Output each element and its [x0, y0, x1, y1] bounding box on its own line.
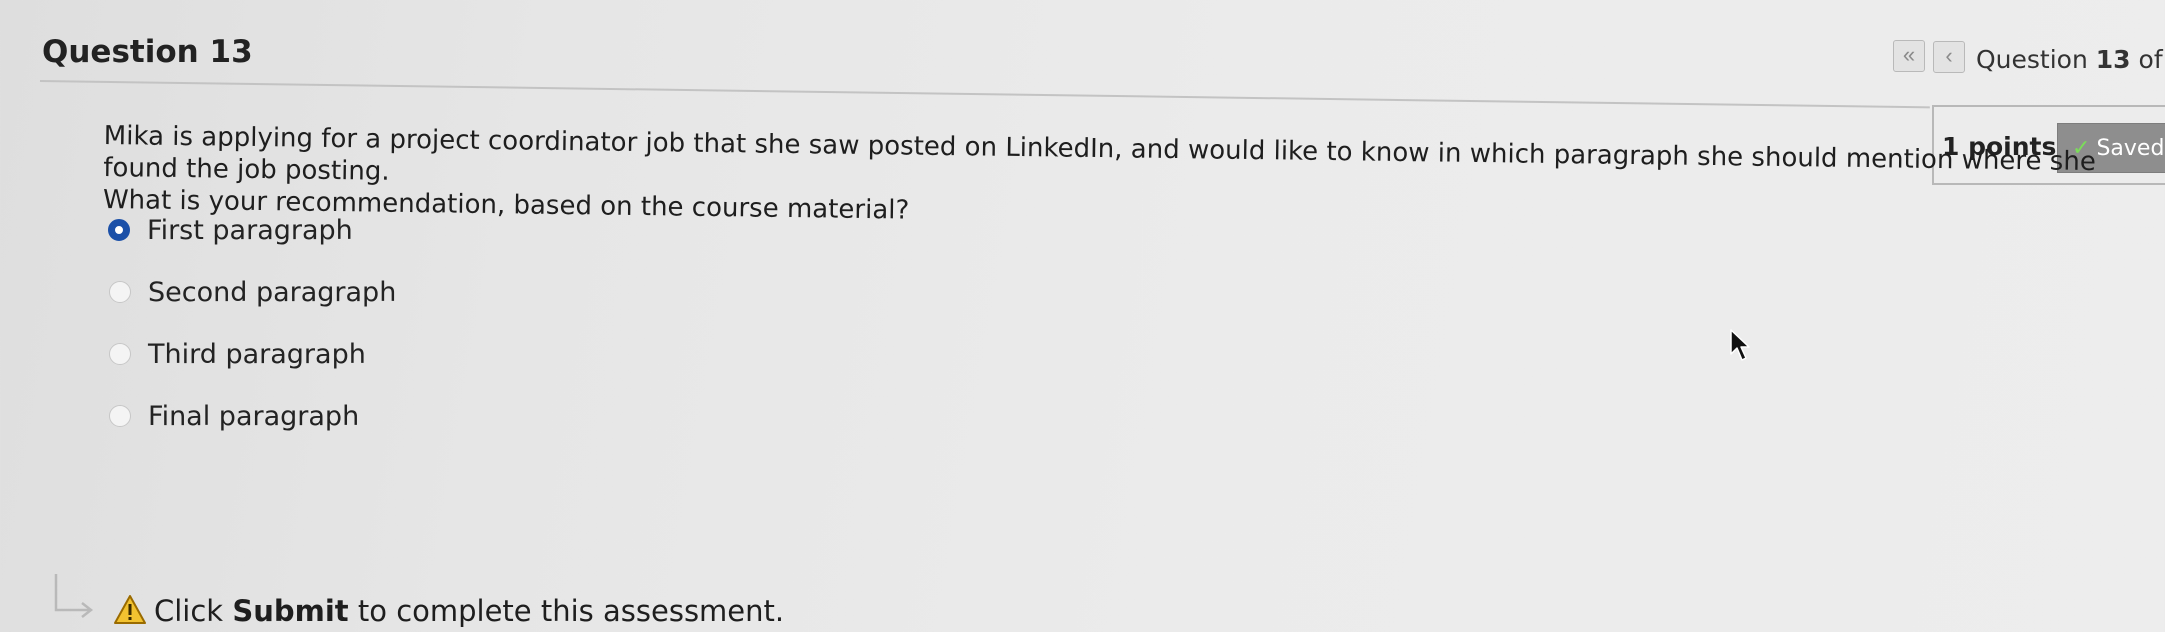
answer-option-label: First paragraph	[147, 214, 353, 246]
answer-option-first-paragraph[interactable]: First paragraph	[108, 212, 353, 248]
answer-option-label: Third paragraph	[148, 338, 366, 370]
radio-unselected[interactable]	[109, 405, 131, 427]
submit-instruction-suffix: to complete this assessment.	[357, 594, 785, 628]
submit-instruction-prefix: Click	[154, 594, 224, 628]
submit-instruction: Click Submit to complete this assessment…	[154, 594, 784, 628]
answer-option-second-paragraph[interactable]: Second paragraph	[109, 274, 396, 310]
radio-unselected[interactable]	[109, 343, 131, 365]
double-chevron-left-icon: «	[1902, 42, 1916, 67]
first-question-button[interactable]: «	[1893, 40, 1925, 72]
warning-icon	[114, 595, 146, 624]
question-counter: Question 13 of 13	[1976, 45, 2165, 74]
saved-label: Saved	[2096, 136, 2165, 161]
answer-option-third-paragraph[interactable]: Third paragraph	[109, 336, 366, 372]
question-title: Question 13	[42, 34, 253, 70]
header-divider	[39, 80, 1930, 109]
radio-unselected[interactable]	[109, 281, 131, 303]
radio-selected[interactable]	[108, 219, 130, 241]
answer-option-label: Second paragraph	[148, 276, 397, 308]
question-counter-current: 13	[2095, 45, 2131, 74]
return-arrow-icon	[54, 574, 94, 618]
submit-instruction-bold: Submit	[232, 594, 349, 628]
question-counter-suffix: of 13	[2138, 45, 2165, 74]
question-counter-prefix: Question	[1976, 45, 2088, 74]
answer-option-label: Final paragraph	[148, 400, 360, 432]
previous-question-button[interactable]: ‹	[1933, 41, 1965, 73]
mouse-cursor-icon	[1730, 329, 1750, 361]
chevron-left-icon: ‹	[1945, 43, 1953, 68]
answer-option-final-paragraph[interactable]: Final paragraph	[109, 398, 359, 434]
question-text: Mika is applying for a project coordinat…	[103, 120, 2104, 242]
